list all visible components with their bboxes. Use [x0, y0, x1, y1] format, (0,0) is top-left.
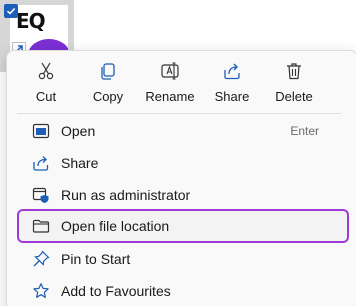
share-icon	[222, 61, 242, 81]
folder-icon	[31, 216, 51, 236]
menu-item-label: Open file location	[61, 218, 170, 234]
shield-window-icon	[31, 185, 51, 205]
desktop: EQ Cut Copy Rename Share Delete Open Ent…	[0, 0, 356, 306]
rename-button[interactable]: Rename	[139, 51, 201, 107]
open-window-icon	[31, 121, 51, 141]
thumbnail-text: EQ	[16, 9, 46, 33]
context-menu: Cut Copy Rename Share Delete Open Enter …	[6, 50, 356, 306]
scissors-icon	[36, 61, 56, 81]
menu-item-pin-to-start[interactable]: Pin to Start	[17, 243, 349, 275]
menu-item-open-file-location[interactable]: Open file location	[17, 209, 349, 243]
menu-item-label: Run as administrator	[61, 187, 191, 203]
rename-icon	[160, 61, 180, 81]
trash-icon	[284, 61, 304, 81]
share-button[interactable]: Share	[201, 51, 263, 107]
cut-button[interactable]: Cut	[15, 51, 77, 107]
rename-label: Rename	[145, 89, 195, 104]
cut-label: Cut	[35, 89, 57, 104]
menu-item-label: Share	[61, 155, 99, 171]
menu-item-label: Pin to Start	[61, 251, 131, 267]
menu-item-share[interactable]: Share	[17, 147, 349, 179]
menu-divider	[17, 113, 341, 114]
delete-button[interactable]: Delete	[263, 51, 325, 107]
shortcut-hint: Enter	[290, 124, 319, 138]
delete-label: Delete	[275, 89, 313, 104]
share-label: Share	[214, 89, 250, 104]
menu-item-add-to-favourites[interactable]: Add to Favourites	[17, 275, 349, 306]
menu-item-open[interactable]: Open Enter	[17, 115, 349, 147]
pin-icon	[31, 249, 51, 269]
share-icon	[31, 153, 51, 173]
copy-icon	[98, 61, 118, 81]
copy-label: Copy	[92, 89, 124, 104]
menu-item-run-as-administrator[interactable]: Run as administrator	[17, 179, 349, 211]
menu-item-label: Add to Favourites	[61, 283, 171, 299]
selection-checkbox-icon[interactable]	[4, 4, 18, 18]
menu-item-label: Open	[61, 123, 96, 139]
quick-actions-bar: Cut Copy Rename Share Delete	[7, 51, 356, 109]
star-icon	[31, 281, 51, 301]
copy-button[interactable]: Copy	[77, 51, 139, 107]
